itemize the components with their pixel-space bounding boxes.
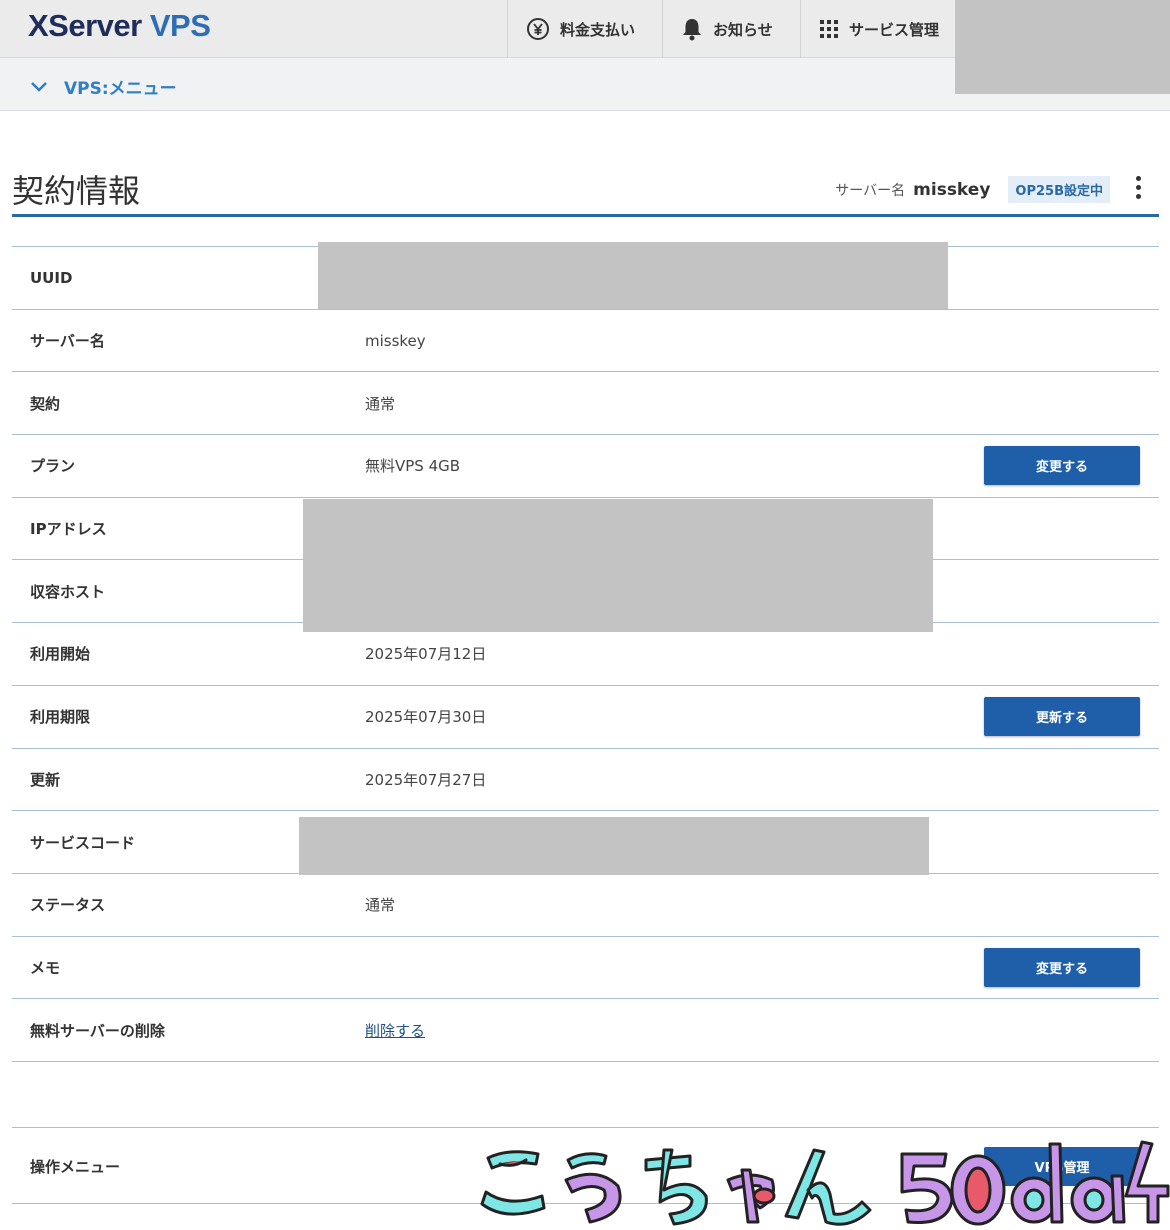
row-label: IPアドレス xyxy=(30,520,107,539)
row-label: プラン xyxy=(30,457,76,476)
row-label: 無料サーバーの削除 xyxy=(30,1021,165,1040)
row-value: 2025年07月30日 xyxy=(365,708,487,727)
operations-menu-label: 操作メニュー xyxy=(30,1158,121,1176)
row-label: サーバー名 xyxy=(30,332,105,351)
server-info: サーバー名 misskey OP25B設定中 xyxy=(835,176,1110,203)
bell-icon xyxy=(683,19,701,41)
redacted-account-area xyxy=(955,0,1170,94)
vps-menu-toggle[interactable]: VPS:メニュー xyxy=(30,74,177,99)
row-label: 更新 xyxy=(30,770,61,789)
row-label: サービスコード xyxy=(30,833,136,852)
title-divider xyxy=(12,214,1159,217)
row-label: メモ xyxy=(30,958,61,977)
yen-icon xyxy=(527,18,549,40)
server-name-value: misskey xyxy=(913,179,991,200)
redacted-ip-and-host xyxy=(303,499,933,632)
xserver-vps-logo[interactable]: XServer VPS xyxy=(28,8,211,44)
op25b-status-badge: OP25B設定中 xyxy=(1008,176,1110,203)
table-row-delete-free-server: 無料サーバーの削除 削除する xyxy=(12,999,1159,1062)
row-value: 削除する xyxy=(365,1020,425,1041)
row-value: 無料VPS 4GB xyxy=(365,457,461,476)
chevron-down-icon xyxy=(31,81,47,92)
more-options-icon[interactable] xyxy=(1133,176,1143,202)
table-row-memo: メモ 変更する xyxy=(12,937,1159,1000)
table-row-status: ステータス 通常 xyxy=(12,874,1159,937)
redacted-uuid xyxy=(318,242,948,309)
notice-nav-button[interactable]: お知らせ xyxy=(662,0,800,58)
row-label: 利用開始 xyxy=(30,645,91,664)
row-label: 契約 xyxy=(30,394,61,413)
row-value: 通常 xyxy=(365,394,396,413)
service-management-nav-button[interactable]: サービス管理 xyxy=(800,0,956,58)
payment-nav-button[interactable]: 料金支払い xyxy=(507,0,663,58)
payment-nav-label: 料金支払い xyxy=(560,20,636,39)
row-value: 2025年07月12日 xyxy=(365,645,487,664)
table-row-server-name: サーバー名 misskey xyxy=(12,310,1159,373)
grid-icon xyxy=(820,20,838,38)
row-value: misskey xyxy=(365,331,426,350)
change-memo-button[interactable]: 変更する xyxy=(984,947,1140,987)
notice-nav-label: お知らせ xyxy=(713,20,773,39)
row-value: 通常 xyxy=(365,896,396,915)
renew-button[interactable]: 更新する xyxy=(984,697,1140,737)
row-label: 利用期限 xyxy=(30,708,91,727)
handwritten-signature-image xyxy=(480,1140,1170,1226)
contract-info-table: UUID サーバー名 misskey 契約 通常 プラン 無料VPS 4GB 変… xyxy=(12,246,1159,1062)
page-title: 契約情報 xyxy=(12,172,141,210)
delete-server-link[interactable]: 削除する xyxy=(365,1022,425,1040)
row-label: 収容ホスト xyxy=(30,582,106,601)
table-row-renewal: 更新 2025年07月27日 xyxy=(12,749,1159,812)
table-row-start-date: 利用開始 2025年07月12日 xyxy=(12,623,1159,686)
logo-text-xserver: XServer xyxy=(28,8,142,43)
row-label: UUID xyxy=(30,268,73,287)
row-value: 2025年07月27日 xyxy=(365,770,487,789)
service-management-nav-label: サービス管理 xyxy=(849,20,940,39)
logo-text-vps: VPS xyxy=(149,8,211,43)
table-row-contract: 契約 通常 xyxy=(12,372,1159,436)
change-plan-button[interactable]: 変更する xyxy=(984,446,1140,486)
server-name-label: サーバー名 xyxy=(835,182,906,199)
vps-menu-label: VPS:メニュー xyxy=(64,79,177,99)
row-label: ステータス xyxy=(30,896,106,915)
table-row-expiry-date: 利用期限 2025年07月30日 更新する xyxy=(12,686,1159,749)
redacted-service-code xyxy=(299,817,929,875)
table-row-plan: プラン 無料VPS 4GB 変更する xyxy=(12,435,1159,498)
